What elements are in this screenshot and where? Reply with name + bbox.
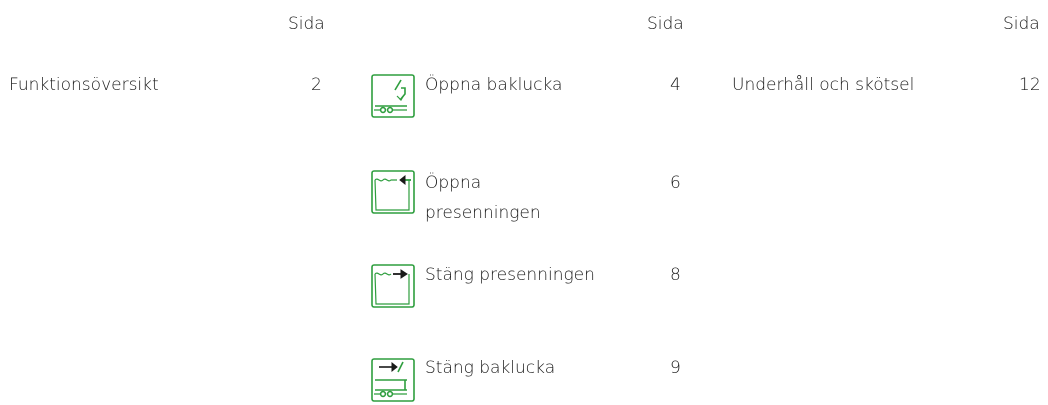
close-tailgate-icon <box>371 358 415 402</box>
toc-entry-page: 6 <box>670 173 681 193</box>
toc-entry-page: 12 <box>1019 75 1041 95</box>
toc-entry-page: 8 <box>670 265 681 285</box>
toc-entry-label: Underhåll och skötsel <box>732 75 915 95</box>
toc-entry-page: 9 <box>670 358 681 378</box>
open-tailgate-icon <box>371 74 415 118</box>
close-tarpaulin-icon <box>371 264 415 308</box>
toc-entry-label: Stäng baklucka <box>425 358 556 378</box>
page-column-header: Sida <box>647 14 684 34</box>
toc-entry-label: Stäng presenningen <box>425 265 595 285</box>
toc-entry-label-line2: presenningen <box>425 203 541 223</box>
toc-entry-label-line1: Öppna <box>425 173 482 193</box>
toc-entry-page: 4 <box>670 75 681 95</box>
toc-entry-label: Öppna baklucka <box>425 75 563 95</box>
toc-entry-label: Funktionsöversikt <box>9 75 159 95</box>
page-column-header: Sida <box>288 14 325 34</box>
open-tarpaulin-icon <box>371 170 415 214</box>
page-column-header: Sida <box>1003 14 1040 34</box>
toc-entry-page: 2 <box>311 75 322 95</box>
